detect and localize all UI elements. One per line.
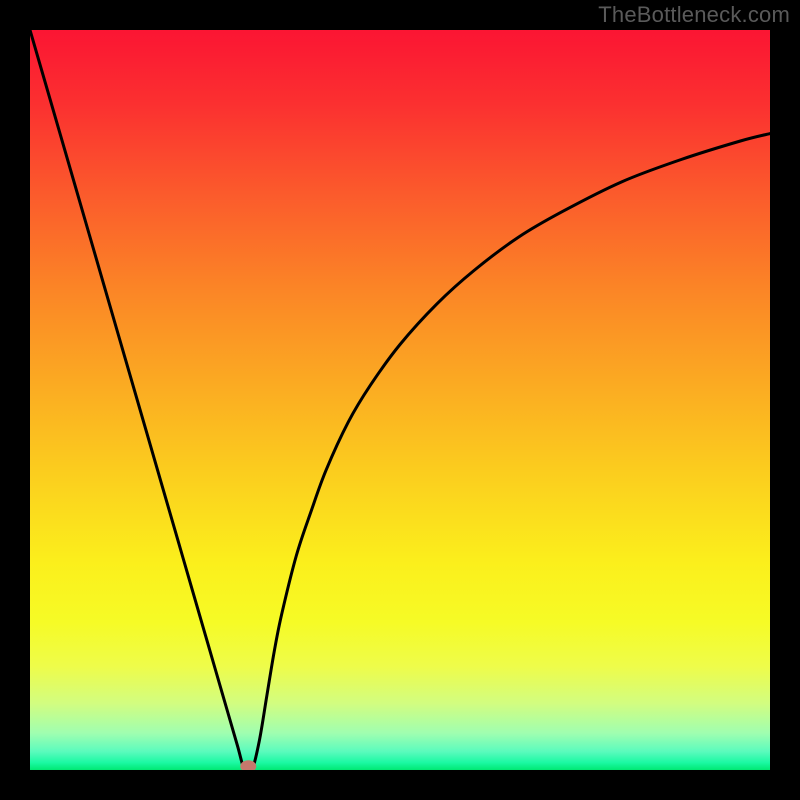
chart-svg: [30, 30, 770, 770]
plot-area: [30, 30, 770, 770]
chart-frame: TheBottleneck.com: [0, 0, 800, 800]
bottleneck-curve: [30, 30, 770, 770]
watermark-text: TheBottleneck.com: [598, 2, 790, 28]
